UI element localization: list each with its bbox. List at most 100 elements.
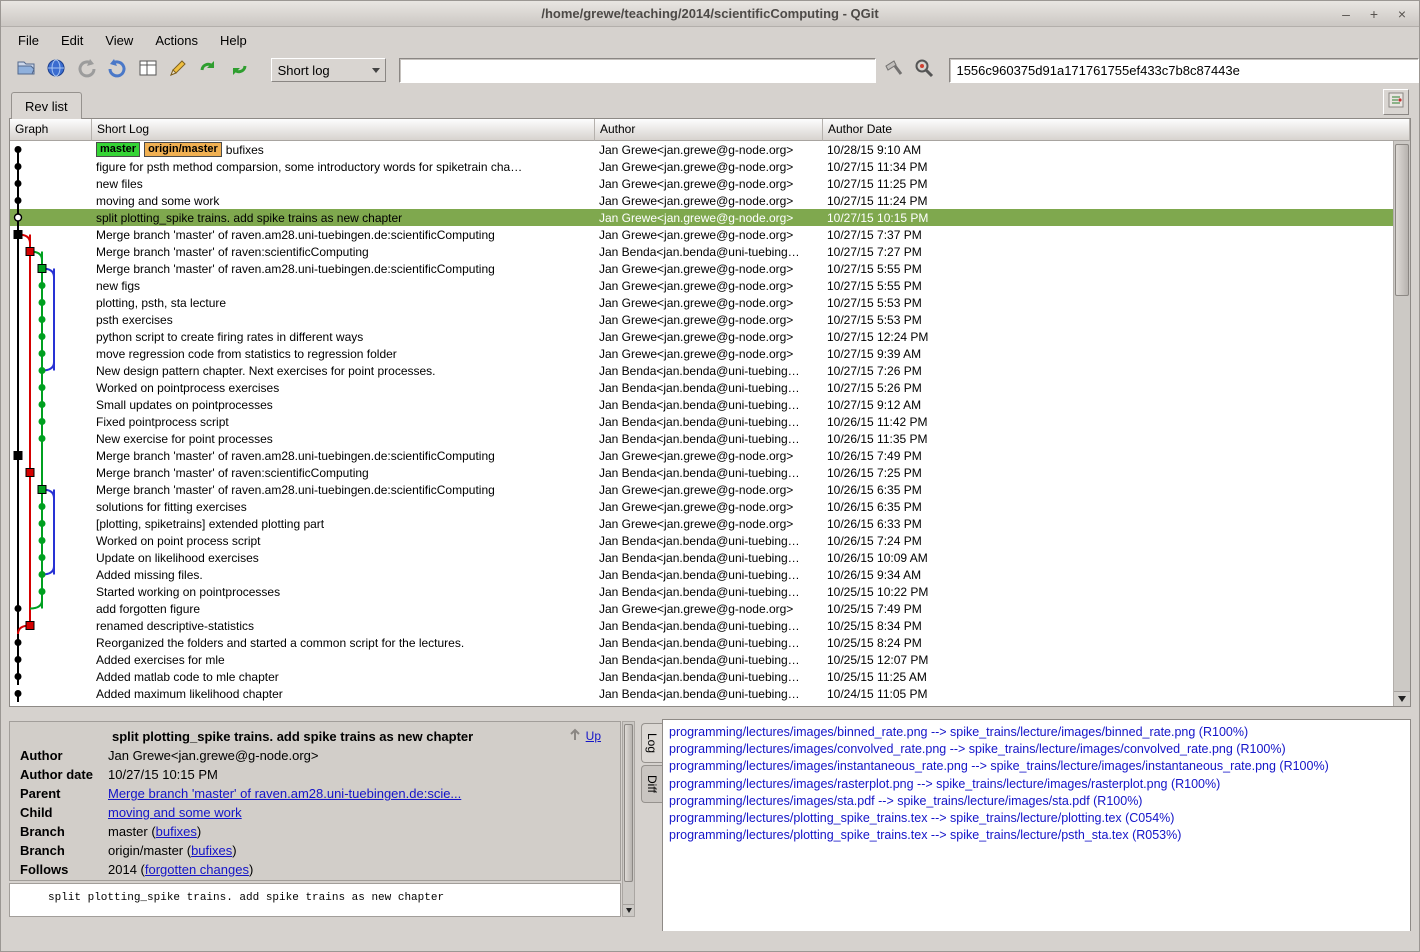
commit-row[interactable]: Merge branch 'master' of raven:scientifi…: [10, 464, 1393, 481]
file-entry[interactable]: programming/lectures/images/rasterplot.p…: [669, 776, 1404, 793]
find-button[interactable]: [911, 57, 936, 83]
web-view-button[interactable]: [43, 57, 68, 83]
commit-author: Jan Grewe<jan.grewe@g-node.org>: [595, 141, 823, 158]
up-link[interactable]: Up: [586, 729, 601, 743]
commit-row[interactable]: split plotting_spike trains. add spike t…: [10, 209, 1393, 226]
column-header-short-log[interactable]: Short Log: [92, 119, 595, 141]
commit-message-cell: Added missing files.: [92, 566, 595, 583]
commit-row[interactable]: Small updates on pointprocessesJan Benda…: [10, 396, 1393, 413]
file-entry[interactable]: programming/lectures/plotting_spike_trai…: [669, 827, 1404, 844]
detail-link[interactable]: forgotten changes: [145, 862, 249, 877]
commit-row[interactable]: moving and some workJan Grewe<jan.grewe@…: [10, 192, 1393, 209]
log-view-select[interactable]: Short log: [271, 58, 387, 82]
menu-file[interactable]: File: [7, 27, 50, 53]
sha-input[interactable]: [949, 58, 1418, 83]
tab-diff[interactable]: Diff: [641, 765, 662, 803]
scrollbar-thumb[interactable]: [1395, 144, 1409, 296]
file-entry[interactable]: programming/lectures/plotting_spike_trai…: [669, 810, 1404, 827]
commit-row[interactable]: move regression code from statistics to …: [10, 345, 1393, 362]
commit-author: Jan Benda<jan.benda@uni-tuebing…: [595, 685, 823, 702]
maximize-button[interactable]: +: [1365, 5, 1383, 23]
commit-message-cell: split plotting_spike trains. add spike t…: [92, 209, 595, 226]
commit-row[interactable]: renamed descriptive-statisticsJan Benda<…: [10, 617, 1393, 634]
forward-button[interactable]: [104, 57, 129, 83]
menu-help[interactable]: Help: [209, 27, 258, 53]
scrollbar-down-button[interactable]: [1394, 691, 1410, 706]
details-scrollbar[interactable]: [622, 721, 635, 917]
detail-link[interactable]: bufixes: [191, 843, 232, 858]
commit-author: Jan Grewe<jan.grewe@g-node.org>: [595, 481, 823, 498]
file-entry[interactable]: programming/lectures/images/binned_rate.…: [669, 724, 1404, 741]
column-header-author[interactable]: Author: [595, 119, 823, 141]
up-button[interactable]: Up: [568, 727, 601, 744]
menu-actions[interactable]: Actions: [144, 27, 209, 53]
commit-row[interactable]: [plotting, spiketrains] extended plottin…: [10, 515, 1393, 532]
detail-link[interactable]: bufixes: [156, 824, 197, 839]
commit-row[interactable]: psth exercisesJan Grewe<jan.grewe@g-node…: [10, 311, 1393, 328]
commit-row[interactable]: new figsJan Grewe<jan.grewe@g-node.org>1…: [10, 277, 1393, 294]
tree-view-button[interactable]: [1383, 89, 1409, 115]
column-header-author-date[interactable]: Author Date: [823, 119, 1410, 141]
commit-message-cell: Fixed pointprocess script: [92, 413, 595, 430]
commit-row[interactable]: New design pattern chapter. Next exercis…: [10, 362, 1393, 379]
commit-message-text: Added exercises for mle: [96, 653, 225, 667]
menu-edit[interactable]: Edit: [50, 27, 94, 53]
view-ranges-button[interactable]: [135, 57, 160, 83]
commit-graph-cell: [10, 583, 92, 600]
reload-button[interactable]: [226, 57, 251, 83]
commit-row[interactable]: figure for psth method comparsion, some …: [10, 158, 1393, 175]
commit-row[interactable]: Worked on point process scriptJan Benda<…: [10, 532, 1393, 549]
tab-log[interactable]: Log: [641, 723, 662, 763]
branch-badge: origin/master: [144, 142, 222, 157]
minimize-button[interactable]: –: [1337, 5, 1355, 23]
details-scrollbar-thumb[interactable]: [624, 724, 633, 882]
close-button[interactable]: ×: [1393, 5, 1411, 23]
commit-row[interactable]: Reorganized the folders and started a co…: [10, 634, 1393, 651]
commit-row[interactable]: plotting, psth, sta lectureJan Grewe<jan…: [10, 294, 1393, 311]
commit-row[interactable]: New exercise for point processesJan Bend…: [10, 430, 1393, 447]
edit-button[interactable]: [165, 57, 190, 83]
commit-row[interactable]: solutions for fitting exercisesJan Grewe…: [10, 498, 1393, 515]
back-button[interactable]: [74, 57, 99, 83]
tab-label: Rev list: [25, 99, 68, 114]
commit-date: 10/27/15 11:34 PM: [823, 158, 1393, 175]
commit-row[interactable]: Merge branch 'master' of raven:scientifi…: [10, 243, 1393, 260]
commit-row[interactable]: Added matlab code to mle chapterJan Bend…: [10, 668, 1393, 685]
commit-row[interactable]: Merge branch 'master' of raven.am28.uni-…: [10, 481, 1393, 498]
detail-link[interactable]: moving and some work: [108, 805, 242, 820]
file-entry[interactable]: programming/lectures/images/convolved_ra…: [669, 741, 1404, 758]
commit-message-cell: Started working on pointprocesses: [92, 583, 595, 600]
menu-view[interactable]: View: [94, 27, 144, 53]
table-scrollbar[interactable]: [1393, 141, 1410, 706]
commit-row[interactable]: Update on likelihood exercisesJan Benda<…: [10, 549, 1393, 566]
file-entry[interactable]: programming/lectures/images/sta.pdf --> …: [669, 793, 1404, 810]
commit-row[interactable]: add forgotten figureJan Grewe<jan.grewe@…: [10, 600, 1393, 617]
commit-row[interactable]: Added missing files.Jan Benda<jan.benda@…: [10, 566, 1393, 583]
arrow-up-icon: [568, 727, 582, 744]
column-header-graph[interactable]: Graph: [10, 119, 92, 141]
commit-row[interactable]: Merge branch 'master' of raven.am28.uni-…: [10, 226, 1393, 243]
tab-rev-list[interactable]: Rev list: [11, 92, 82, 119]
details-scrollbar-down[interactable]: [623, 904, 634, 916]
detail-link[interactable]: Merge branch 'master' of raven.am28.uni-…: [108, 786, 461, 801]
commit-row[interactable]: Merge branch 'master' of raven.am28.uni-…: [10, 260, 1393, 277]
commit-date: 10/24/15 11:05 PM: [823, 685, 1393, 702]
commit-message-cell: plotting, psth, sta lecture: [92, 294, 595, 311]
commit-row[interactable]: python script to create firing rates in …: [10, 328, 1393, 345]
commit-row[interactable]: Started working on pointprocessesJan Ben…: [10, 583, 1393, 600]
commit-row[interactable]: Added exercises for mleJan Benda<jan.ben…: [10, 651, 1393, 668]
filter-input[interactable]: [399, 58, 875, 83]
commit-row[interactable]: masterorigin/masterbufixesJan Grewe<jan.…: [10, 141, 1393, 158]
highlight-button[interactable]: [881, 57, 906, 83]
commit-row[interactable]: Fixed pointprocess scriptJan Benda<jan.b…: [10, 413, 1393, 430]
commit-row[interactable]: Merge branch 'master' of raven.am28.uni-…: [10, 447, 1393, 464]
open-repo-button[interactable]: [13, 57, 38, 83]
refresh-button[interactable]: [196, 57, 221, 83]
commit-row[interactable]: new filesJan Grewe<jan.grewe@g-node.org>…: [10, 175, 1393, 192]
commit-author: Jan Benda<jan.benda@uni-tuebing…: [595, 566, 823, 583]
commit-row[interactable]: Added maximum likelihood chapterJan Bend…: [10, 685, 1393, 702]
file-list-panel: programming/lectures/images/binned_rate.…: [662, 719, 1411, 933]
commit-row[interactable]: Worked on pointprocess exercisesJan Bend…: [10, 379, 1393, 396]
commit-message-cell: new files: [92, 175, 595, 192]
file-entry[interactable]: programming/lectures/images/instantaneou…: [669, 758, 1404, 775]
